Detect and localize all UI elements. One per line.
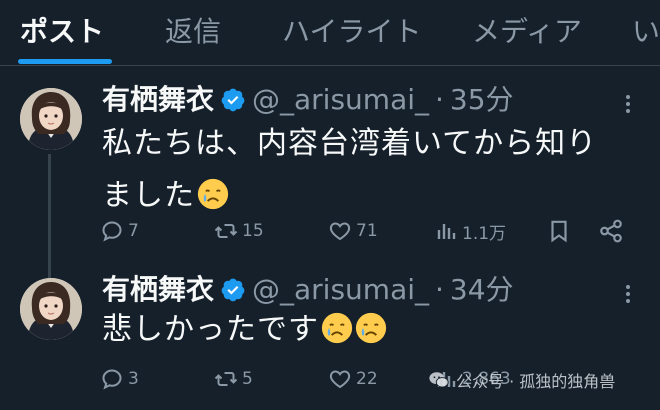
heart-icon xyxy=(329,222,351,241)
tweet-header: 有栖舞衣 @_arisumai_ · 35分 xyxy=(102,80,514,120)
tweet-timestamp[interactable]: 35分 xyxy=(450,83,514,116)
reply-button[interactable]: 7 xyxy=(100,216,139,246)
like-count: 22 xyxy=(356,369,378,389)
author-handle[interactable]: @_arisumai_ xyxy=(252,273,429,306)
watermark-text: 公众号 · 孤独的独角兽 xyxy=(456,372,616,391)
avatar[interactable] xyxy=(20,278,82,340)
reply-icon xyxy=(102,221,122,242)
views-count: 1.1万 xyxy=(462,223,507,244)
analytics-icon xyxy=(437,224,456,239)
author-name[interactable]: 有栖舞衣 xyxy=(102,83,214,116)
tab-likes-partial[interactable]: い xyxy=(632,10,660,54)
repost-count: 15 xyxy=(242,221,264,241)
tweet-text: 悲しかったです xyxy=(102,304,622,356)
wechat-watermark: 公众号 · 孤独的独角兽 xyxy=(428,364,615,396)
repost-count: 5 xyxy=(242,369,253,389)
more-options-icon[interactable] xyxy=(618,92,638,116)
reply-count: 3 xyxy=(128,369,139,389)
tab-replies[interactable]: 返信 xyxy=(165,10,221,54)
author-handle[interactable]: @_arisumai_ xyxy=(252,83,429,116)
more-options-icon[interactable] xyxy=(618,282,638,306)
like-button[interactable]: 22 xyxy=(328,364,378,394)
like-button[interactable]: 71 xyxy=(328,216,378,246)
author-name[interactable]: 有栖舞衣 xyxy=(102,273,214,306)
tweet-1[interactable]: 有栖舞衣 @_arisumai_ · 35分 私たちは、内容台湾着いてから知りました … xyxy=(0,66,660,304)
tab-highlights[interactable]: ハイライト xyxy=(282,10,421,54)
repost-button[interactable]: 15 xyxy=(214,216,264,246)
tab-media[interactable]: メディア xyxy=(472,10,582,54)
verified-badge-icon xyxy=(221,88,245,112)
reply-button[interactable]: 3 xyxy=(100,364,139,394)
separator-dot: · xyxy=(435,273,444,306)
tab-posts[interactable]: ポスト xyxy=(20,10,104,54)
reply-count: 7 xyxy=(128,221,139,241)
share-icon[interactable] xyxy=(598,218,624,244)
crying-face-emoji-icon xyxy=(197,178,229,210)
active-tab-indicator xyxy=(18,59,112,64)
crying-face-emoji-icon xyxy=(321,312,353,344)
tweet-text: 私たちは、内容台湾着いてから知りました xyxy=(102,118,622,222)
tweet-timestamp[interactable]: 34分 xyxy=(450,273,514,306)
bookmark-icon[interactable] xyxy=(546,218,572,244)
repost-icon xyxy=(214,224,238,238)
crying-face-emoji-icon xyxy=(355,312,387,344)
avatar[interactable] xyxy=(20,88,82,150)
like-count: 71 xyxy=(356,221,378,241)
verified-badge-icon xyxy=(221,278,245,302)
views-button[interactable]: 1.1万 xyxy=(434,216,506,246)
wechat-icon xyxy=(429,372,449,388)
tweet-text-content: 私たちは、内容台湾着いてから知りました xyxy=(102,126,598,213)
reply-icon xyxy=(102,369,122,390)
profile-tabs: ポスト 返信 ハイライト メディア い xyxy=(0,0,660,66)
tweet-text-content: 悲しかったです xyxy=(102,312,319,347)
heart-icon xyxy=(329,370,351,389)
repost-icon xyxy=(214,372,238,386)
tweet-actions: 7 15 71 1.1万 xyxy=(100,216,640,246)
repost-button[interactable]: 5 xyxy=(214,364,253,394)
separator-dot: · xyxy=(435,83,444,116)
